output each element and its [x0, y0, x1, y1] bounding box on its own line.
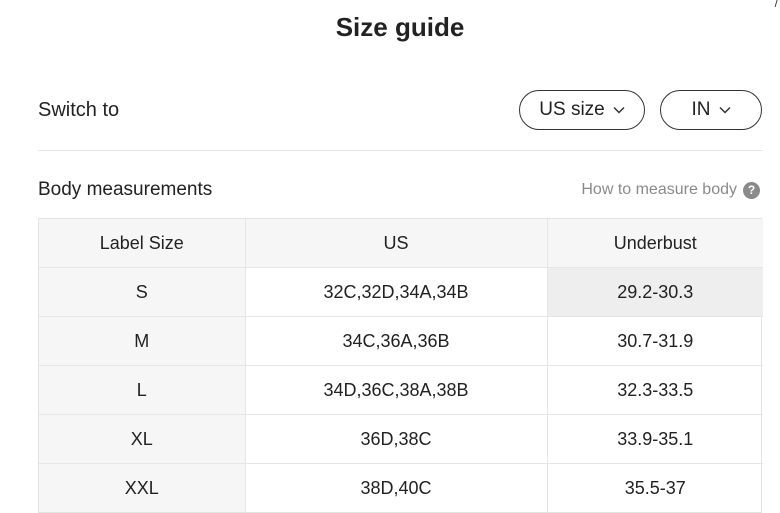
question-mark-icon: ?: [743, 181, 760, 199]
label-size-cell: M: [39, 316, 246, 366]
chevron-down-icon: [718, 106, 731, 114]
unit-dropdown[interactable]: IN: [660, 90, 762, 130]
us-size-cell: 34D,36C,38A,38B: [245, 365, 548, 415]
table-row: M 34C,36A,36B 30.7-31.9: [39, 316, 763, 366]
label-size-cell: S: [39, 267, 246, 317]
size-system-dropdown[interactable]: US size: [519, 90, 645, 130]
size-table: Label Size US Underbust S 32C,32D,34A,34…: [38, 218, 763, 513]
us-size-cell: 38D,40C: [245, 463, 548, 512]
switch-controls: US size IN: [519, 90, 762, 130]
column-header-label-size: Label Size: [39, 219, 246, 268]
table-row: S 32C,32D,34A,34B 29.2-30.3: [39, 267, 763, 317]
label-size-cell: L: [39, 365, 246, 415]
section-title: Body measurements: [38, 179, 213, 200]
underbust-cell: 32.3-33.5: [547, 365, 763, 415]
how-to-measure-label: How to measure body: [581, 181, 737, 198]
label-size-cell: XXL: [39, 463, 246, 512]
divider: [38, 150, 763, 151]
label-size-cell: XL: [39, 414, 246, 464]
us-size-cell: 32C,32D,34A,34B: [245, 267, 548, 317]
switch-label: Switch to: [38, 98, 120, 121]
page-title: Size guide: [335, 12, 465, 42]
table-row: XL 36D,38C 33.9-35.1: [39, 414, 763, 464]
chevron-down-icon: [613, 106, 625, 114]
underbust-cell: 30.7-31.9: [547, 316, 763, 366]
corner-mark: /: [774, 0, 778, 10]
underbust-cell: 35.5-37: [624, 477, 686, 498]
us-size-cell: 34C,36A,36B: [245, 316, 548, 366]
us-size-cell: 36D,38C: [245, 414, 548, 464]
section-header: Body measurements How to measure body ?: [38, 176, 760, 204]
underbust-cell: 29.2-30.3: [547, 267, 763, 317]
switch-row: Switch to US size IN: [38, 88, 762, 132]
how-to-measure-link[interactable]: How to measure body ?: [581, 181, 760, 199]
table-row: L 34D,36C,38A,38B 32.3-33.5: [39, 365, 763, 415]
column-header-us: US: [245, 219, 548, 268]
underbust-cell: 33.9-35.1: [547, 414, 763, 464]
column-header-underbust: Underbust: [547, 219, 763, 268]
table-row: XXL 38D,40C 35.5-37: [39, 463, 763, 512]
unit-value: IN: [691, 99, 711, 120]
table-header-row: Label Size US Underbust: [39, 219, 763, 268]
size-system-value: US size: [539, 99, 605, 120]
